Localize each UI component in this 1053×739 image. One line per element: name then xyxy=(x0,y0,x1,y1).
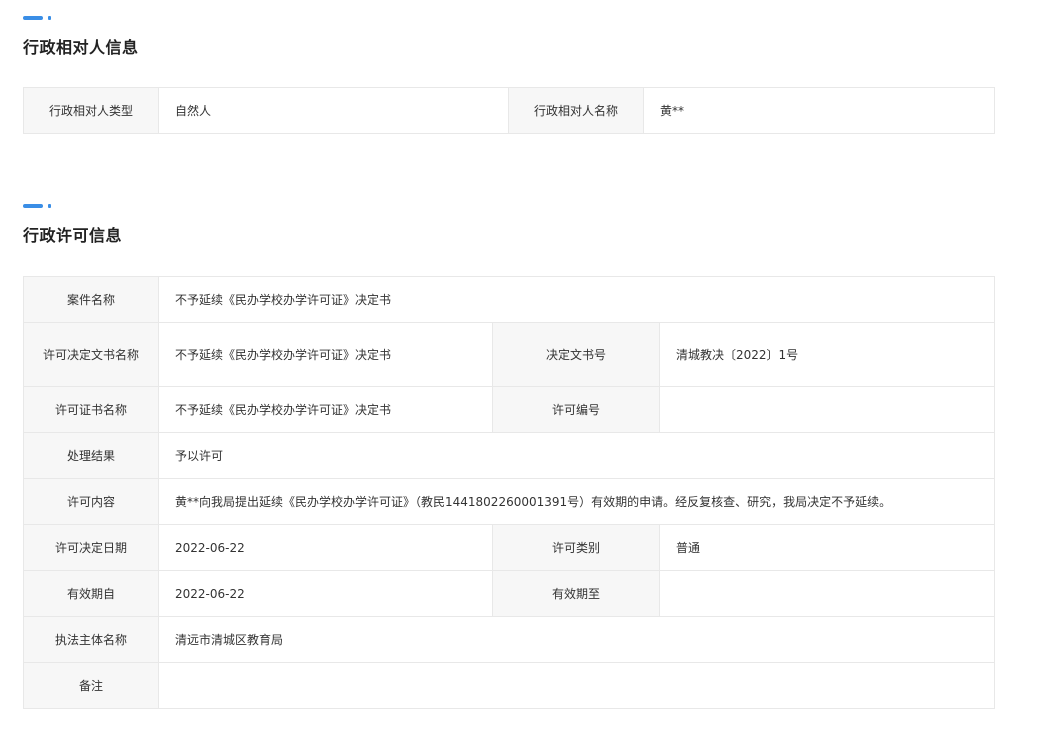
cert-name-value: 不予延续《民办学校办学许可证》决定书 xyxy=(158,386,493,433)
party-name-value: 黄** xyxy=(643,87,995,134)
permit-no-label: 许可编号 xyxy=(492,386,660,433)
remark-value xyxy=(157,662,996,709)
authority-label: 执法主体名称 xyxy=(23,616,159,663)
table-row: 行政相对人类型 自然人 行政相对人名称 黄** xyxy=(23,87,995,134)
party-type-label: 行政相对人类型 xyxy=(23,87,159,134)
party-name-label: 行政相对人名称 xyxy=(508,87,644,134)
section-title-permit-info: 行政许可信息 xyxy=(23,226,123,245)
permit-category-label: 许可类别 xyxy=(492,524,660,571)
valid-from-value: 2022-06-22 xyxy=(158,570,493,617)
table-row: 许可证书名称 不予延续《民办学校办学许可证》决定书 许可编号 xyxy=(23,386,996,433)
section-permit-info: 行政许可信息 xyxy=(23,204,122,245)
doc-name-value: 不予延续《民办学校办学许可证》决定书 xyxy=(158,322,493,387)
section-marker xyxy=(23,16,63,20)
authority-value: 清远市清城区教育局 xyxy=(157,616,996,663)
result-label: 处理结果 xyxy=(23,432,159,479)
section-party-info: 行政相对人信息 xyxy=(23,16,138,57)
table-row: 有效期自 2022-06-22 有效期至 xyxy=(23,570,996,617)
table-row: 备注 xyxy=(23,662,996,709)
section-title-party-info: 行政相对人信息 xyxy=(23,38,139,57)
valid-to-value xyxy=(658,570,996,617)
content-label: 许可内容 xyxy=(23,478,159,525)
case-name-value: 不予延续《民办学校办学许可证》决定书 xyxy=(157,276,996,323)
permit-no-value xyxy=(658,386,996,433)
valid-from-label: 有效期自 xyxy=(23,570,159,617)
result-value: 予以许可 xyxy=(157,432,996,479)
doc-name-label: 许可决定文书名称 xyxy=(23,322,159,387)
table-row: 许可决定日期 2022-06-22 许可类别 普通 xyxy=(23,524,996,571)
remark-label: 备注 xyxy=(23,662,159,709)
table-row: 案件名称 不予延续《民办学校办学许可证》决定书 xyxy=(23,276,996,323)
cert-name-label: 许可证书名称 xyxy=(23,386,159,433)
section-marker xyxy=(23,204,63,208)
table-row: 处理结果 予以许可 xyxy=(23,432,996,479)
party-info-table: 行政相对人类型 自然人 行政相对人名称 黄** xyxy=(23,87,995,134)
permit-info-table: 案件名称 不予延续《民办学校办学许可证》决定书 许可决定文书名称 不予延续《民办… xyxy=(23,276,996,709)
valid-to-label: 有效期至 xyxy=(492,570,660,617)
doc-no-label: 决定文书号 xyxy=(492,322,660,387)
decision-date-label: 许可决定日期 xyxy=(23,524,159,571)
case-name-label: 案件名称 xyxy=(23,276,159,323)
table-row: 许可决定文书名称 不予延续《民办学校办学许可证》决定书 决定文书号 清城教决〔2… xyxy=(23,322,996,387)
party-type-value: 自然人 xyxy=(158,87,509,134)
marker-bar xyxy=(23,204,43,208)
content-value: 黄**向我局提出延续《民办学校办学许可证》（教民144180226000139­… xyxy=(157,478,996,525)
doc-no-value: 清城教决〔2022〕1号 xyxy=(658,322,996,387)
marker-dot xyxy=(48,16,51,20)
decision-date-value: 2022-06-22 xyxy=(158,524,493,571)
permit-category-value: 普通 xyxy=(658,524,996,571)
marker-dot xyxy=(48,204,51,208)
table-row: 执法主体名称 清远市清城区教育局 xyxy=(23,616,996,663)
marker-bar xyxy=(23,16,43,20)
table-row: 许可内容 黄**向我局提出延续《民办学校办学许可证》（教民14418022600… xyxy=(23,478,996,525)
